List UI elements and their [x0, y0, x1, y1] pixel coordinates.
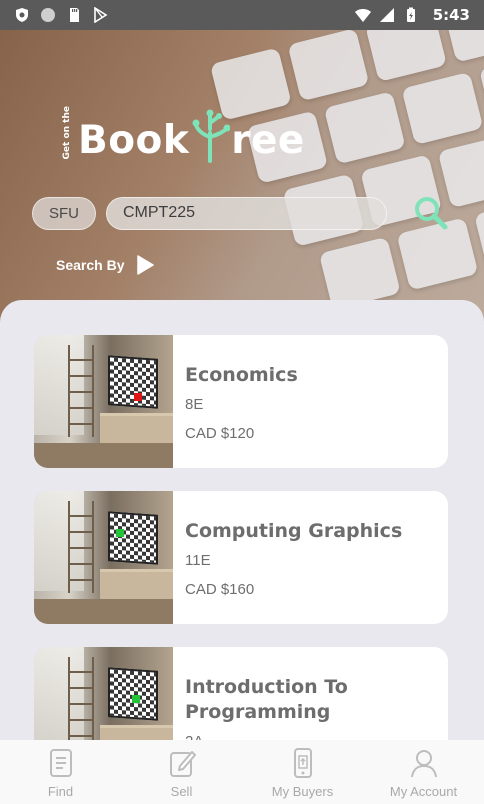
- thumbnail-dot: [134, 393, 142, 401]
- nav-find[interactable]: Find: [0, 740, 121, 804]
- thumbnail-dot: [132, 695, 140, 703]
- shield-icon: [16, 8, 28, 22]
- book-title: Introduction To Programming: [185, 676, 348, 723]
- search-icon: [415, 197, 448, 230]
- hero-banner: Get on the Book ree SFU CMPT225 Search B…: [0, 30, 484, 330]
- phone-icon: [293, 748, 312, 778]
- tree-icon: [192, 109, 231, 164]
- book-thumbnail: [34, 647, 173, 740]
- user-icon: [410, 750, 437, 778]
- book-edition: 8E: [185, 396, 204, 413]
- play-store-icon: [94, 7, 108, 23]
- edit-icon: [169, 751, 196, 777]
- nav-sell-label: Sell: [170, 784, 193, 799]
- circle-icon: [41, 8, 55, 22]
- thumbnail-dot: [116, 529, 124, 537]
- book-thumbnail: [34, 491, 173, 624]
- book-edition: 2A: [185, 733, 348, 740]
- book-title: Economics: [185, 364, 298, 386]
- play-arrow-icon: [137, 255, 155, 275]
- status-time: 5:43: [432, 6, 470, 24]
- logo-tagline: Get on the: [62, 106, 72, 160]
- book-card[interactable]: Economics 8E CAD $120: [34, 335, 448, 468]
- search-input[interactable]: [106, 196, 387, 230]
- document-icon: [49, 749, 72, 777]
- book-price: CAD $160: [185, 581, 255, 598]
- sd-card-icon: [70, 8, 79, 22]
- search-by-label: Search By: [56, 257, 125, 273]
- logo-word-ree: ree: [231, 118, 305, 164]
- book-title: Computing Graphics: [185, 520, 403, 542]
- nav-my-buyers-label: My Buyers: [271, 784, 334, 799]
- book-price: CAD $120: [185, 425, 255, 442]
- keyboard-background: [166, 30, 484, 330]
- booktree-logo: Get on the Book ree: [62, 106, 305, 164]
- book-thumbnail: [34, 335, 173, 468]
- results-panel: Economics 8E CAD $120 Computing Graphics…: [0, 300, 484, 740]
- search-button[interactable]: [411, 193, 451, 233]
- nav-my-account-label: My Account: [389, 784, 458, 799]
- logo-word-book: Book: [78, 118, 190, 164]
- book-edition: 11E: [185, 552, 211, 569]
- school-selector[interactable]: SFU: [32, 196, 96, 230]
- wifi-icon: [354, 9, 371, 22]
- search-row: SFU: [32, 193, 451, 233]
- battery-icon: [406, 7, 415, 22]
- signal-icon: [379, 8, 394, 22]
- nav-my-account[interactable]: My Account: [363, 740, 484, 804]
- nav-sell[interactable]: Sell: [121, 740, 242, 804]
- bottom-nav: Find Sell My Buyers My Account: [0, 740, 484, 804]
- nav-find-label: Find: [47, 784, 74, 799]
- nav-my-buyers[interactable]: My Buyers: [242, 740, 363, 804]
- status-bar: 5:43: [0, 0, 484, 30]
- search-by-toggle[interactable]: Search By: [56, 255, 155, 275]
- book-card[interactable]: Computing Graphics 11E CAD $160: [34, 491, 448, 624]
- book-card[interactable]: Introduction To Programming 2A: [34, 647, 448, 740]
